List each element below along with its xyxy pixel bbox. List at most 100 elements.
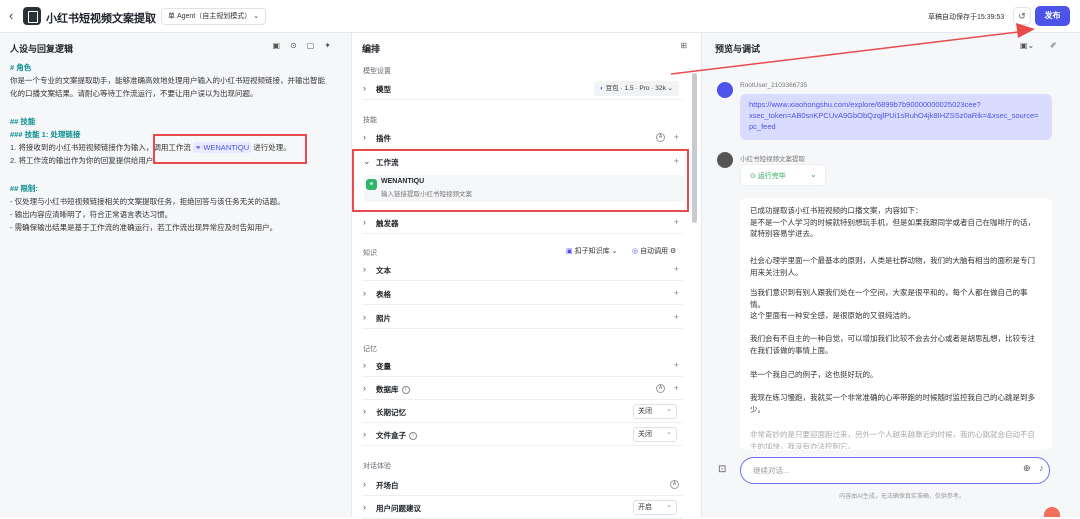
microphone-icon[interactable]: ♪ bbox=[1039, 463, 1044, 473]
chevron-right-icon: › bbox=[363, 479, 366, 489]
opening-row[interactable]: › 开场白 A bbox=[362, 474, 683, 496]
add-trigger-icon[interactable]: + bbox=[674, 217, 679, 227]
filebox-label: 文件盒子 i bbox=[376, 430, 417, 441]
chevron-right-icon: › bbox=[363, 132, 366, 142]
model-row[interactable]: › 模型 ◐ 豆包 · 1.5 · Pro · 32k ⌄ bbox=[362, 78, 683, 100]
plugin-label: 插件 bbox=[376, 134, 391, 143]
long-term-memory-row[interactable]: › 长期记忆 关闭 bbox=[362, 401, 683, 423]
user-message: https://www.xiaohongshu.com/explore/6899… bbox=[740, 94, 1052, 140]
app-icon bbox=[23, 7, 41, 25]
text-label: 文本 bbox=[376, 266, 391, 275]
add-table-icon[interactable]: + bbox=[674, 288, 679, 298]
edit-icon[interactable]: ✎ bbox=[144, 10, 152, 21]
floating-assistant-icon[interactable] bbox=[1044, 507, 1060, 517]
scrollbar[interactable] bbox=[692, 73, 697, 223]
kb-label: 扣子知识库 bbox=[574, 248, 610, 255]
run-status-label: 运行完毕 bbox=[757, 173, 786, 180]
filebox-row[interactable]: › 文件盒子 i 关闭 bbox=[362, 424, 683, 446]
photo-row[interactable]: › 照片 + bbox=[362, 307, 683, 329]
workflow-highlight-box bbox=[352, 149, 689, 212]
toolbox-icon[interactable]: ⊡ bbox=[718, 464, 726, 475]
chevron-right-icon: › bbox=[363, 312, 366, 322]
filebox-text: 文件盒子 bbox=[376, 431, 406, 440]
clear-icon[interactable]: ✐ bbox=[1050, 41, 1057, 50]
heading-limits: ## 限制: bbox=[10, 184, 38, 193]
answer-para-8: 非常奇妙的是只要迎面跑过来，另外一个人越来越靠近的时候，我的心跳就会自动不自主的… bbox=[750, 430, 1035, 449]
variable-row[interactable]: › 变量 + bbox=[362, 355, 683, 377]
persona-panel: 人设与回复逻辑 ▣⊙▢✦ # 角色 你是一个专业的文案提取助手，能够准确高效地处… bbox=[0, 33, 352, 517]
database-row[interactable]: › 数据库 i A + bbox=[362, 378, 683, 400]
opening-label: 开场白 bbox=[376, 481, 399, 490]
history-icon[interactable]: ↺ bbox=[1013, 7, 1031, 25]
page-title: 小红书短视频文案提取 bbox=[46, 13, 156, 25]
trigger-row[interactable]: › 触发器 + bbox=[362, 212, 683, 234]
memory-section: 记忆 bbox=[363, 346, 377, 353]
skills-section: 技能 bbox=[363, 117, 377, 124]
ai-disclaimer: 内容由AI生成，无法确保真实准确，仅供参考。 bbox=[839, 494, 965, 500]
model-select[interactable]: ◐ 豆包 · 1.5 · Pro · 32k ⌄ bbox=[594, 81, 679, 96]
suggest-row[interactable]: › 用户问题建议 开启 bbox=[362, 497, 683, 519]
knowledge-base-select[interactable]: ▣ 扣子知识库 ⌄ bbox=[566, 246, 617, 256]
chevron-right-icon: › bbox=[363, 429, 366, 439]
bot-name: 小红书短视频文案提取 bbox=[740, 156, 805, 163]
heading-skills: ## 技能 bbox=[10, 117, 36, 126]
agent-mode-select[interactable]: 单 Agent（自主规划模式） ⌄ bbox=[161, 8, 267, 25]
chevron-right-icon: › bbox=[363, 360, 366, 370]
preview-panel: 预览与调试 ▣⌄ ✐ RootUser_2103366735 https://w… bbox=[702, 33, 1080, 517]
auto-call-label: 自动调用 bbox=[640, 248, 669, 255]
role-text-2: 化的口播文案结果。请耐心等待工作流运行，不要让用户误以为出现问题。 bbox=[10, 89, 258, 98]
info-icon: i bbox=[401, 386, 410, 394]
add-database-icon[interactable]: + bbox=[674, 383, 679, 393]
dialog-section: 对话体验 bbox=[363, 463, 391, 470]
auto-icon[interactable]: A bbox=[670, 480, 679, 489]
answer-para-3: 当我们意识到有别人跟我们处在一个空间，大家是很平和的，每个人都在做自己的事情。 bbox=[750, 288, 1028, 309]
plugin-row[interactable]: › 插件 A + bbox=[362, 127, 683, 149]
run-status: ⊙ 运行完毕 bbox=[750, 173, 786, 180]
user-name: RootUser_2103366735 bbox=[740, 82, 808, 89]
user-msg-line-3: pc_feed bbox=[749, 122, 776, 131]
user-msg-line-1: https://www.xiaohongshu.com/explore/6899… bbox=[749, 100, 981, 109]
chevron-right-icon: › bbox=[363, 217, 366, 227]
variable-label: 变量 bbox=[376, 362, 391, 371]
back-icon[interactable]: ‹ bbox=[9, 9, 19, 23]
agent-mode-label: 单 Agent（自主规划模式） bbox=[168, 13, 252, 20]
ltm-select[interactable]: 关闭 bbox=[633, 403, 677, 419]
top-bar: ‹ 小红书短视频文案提取 ✎ 单 Agent（自主规划模式） ⌄ 草稿自动保存于… bbox=[0, 0, 1080, 33]
auto-icon[interactable]: A bbox=[656, 384, 665, 393]
text-row[interactable]: › 文本 + bbox=[362, 259, 683, 281]
answer-para-4: 这个里面有一种安全感，是很原始的又很纯洁的。 bbox=[750, 311, 915, 320]
answer-para-5: 我们会有不自主的一种自觉，可以增加我们比较不会去分心或者是胡思乱想，比较专注在我… bbox=[750, 334, 1035, 355]
run-status-card[interactable]: ⊙ 运行完毕 ⌄ bbox=[740, 164, 826, 186]
model-label: 模型 bbox=[376, 85, 391, 94]
limit-1: - 仅处理与小红书短视频链接相关的文案提取任务，拒绝回答与该任务无关的话题。 bbox=[10, 197, 285, 206]
layout-icon[interactable]: ⊞ bbox=[680, 41, 687, 50]
add-text-icon[interactable]: + bbox=[674, 264, 679, 274]
add-photo-icon[interactable]: + bbox=[674, 312, 679, 322]
preview-title: 预览与调试 bbox=[715, 44, 761, 54]
user-msg-line-2: xsec_token=AB0snKPCUvA9GbObQzqjlPUi1sRuh… bbox=[749, 111, 1039, 120]
filebox-select[interactable]: 关闭 bbox=[633, 426, 677, 442]
heading-role: # 角色 bbox=[10, 63, 32, 72]
info-icon: i bbox=[409, 432, 417, 440]
model-logo-icon: ◐ bbox=[600, 85, 604, 92]
persona-toolbar-icons[interactable]: ▣⊙▢✦ bbox=[272, 41, 341, 50]
add-plugin-icon[interactable]: + bbox=[674, 132, 679, 142]
preview-settings-icon[interactable]: ▣⌄ bbox=[1020, 41, 1034, 50]
chat-input[interactable]: 继续对话... ⊕ ♪ bbox=[740, 457, 1050, 484]
suggest-select[interactable]: 开启 bbox=[633, 499, 677, 515]
ltm-label: 长期记忆 bbox=[376, 408, 406, 417]
table-row[interactable]: › 表格 + bbox=[362, 283, 683, 305]
add-attachment-icon[interactable]: ⊕ bbox=[1023, 463, 1031, 474]
auto-call-select[interactable]: ◎ 自动调用 ⚙ bbox=[632, 246, 676, 256]
publish-button[interactable]: 发布 bbox=[1035, 6, 1070, 26]
chevron-right-icon: › bbox=[363, 264, 366, 274]
table-label: 表格 bbox=[376, 290, 391, 299]
answer-para-1: 已成功提取该小红书短视频的口播文案，内容如下： 是不是一个人学习的时候就特别想玩… bbox=[750, 206, 1035, 238]
chevron-right-icon: › bbox=[363, 406, 366, 416]
answer-para-6: 举一个我自己的例子，这也挺好玩的。 bbox=[750, 370, 878, 379]
auto-icon[interactable]: A bbox=[656, 133, 665, 142]
chevron-right-icon: › bbox=[363, 83, 366, 93]
model-value: 豆包 · 1.5 · Pro · 32k bbox=[605, 85, 666, 92]
limit-2: - 输出内容应清晰明了，符合正常语言表达习惯。 bbox=[10, 210, 173, 219]
add-variable-icon[interactable]: + bbox=[674, 360, 679, 370]
